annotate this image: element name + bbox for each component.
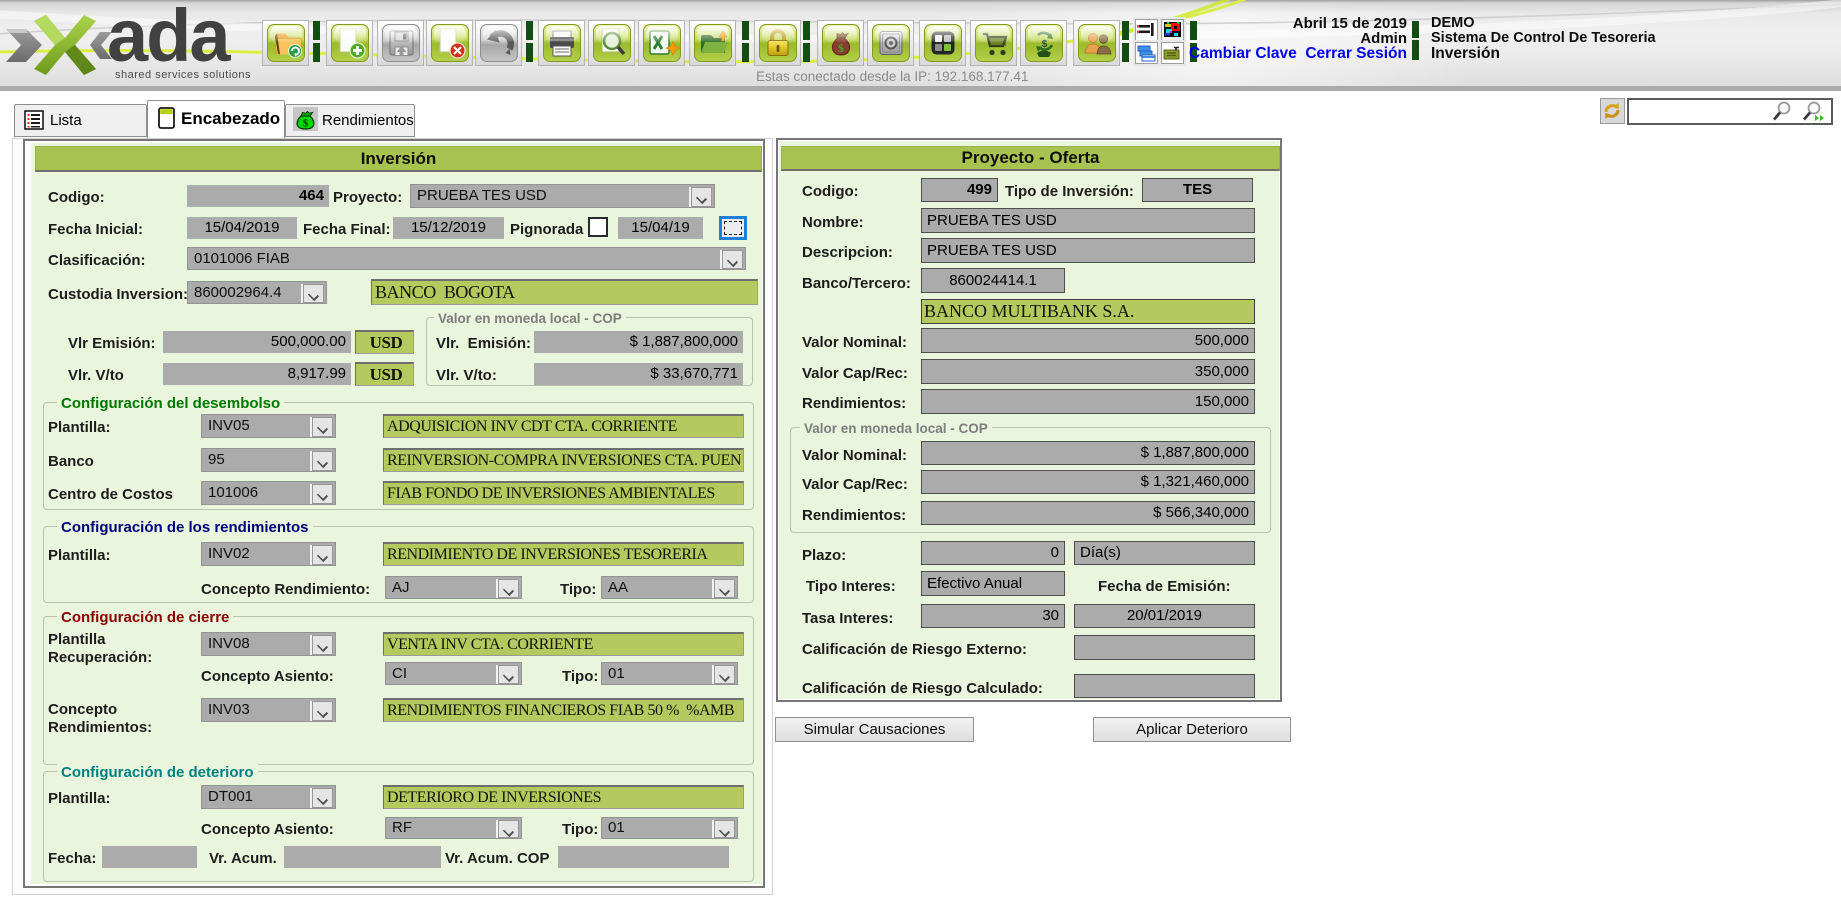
svg-text:$: $ (838, 41, 844, 55)
svg-text:$: $ (303, 118, 309, 130)
